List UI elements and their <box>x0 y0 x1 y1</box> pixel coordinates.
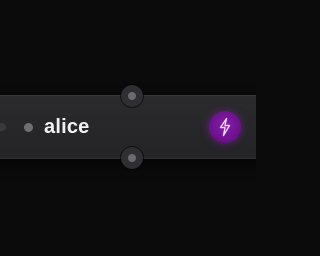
lightning-badge-button[interactable] <box>209 111 241 143</box>
workflow-canvas[interactable]: alice <box>0 0 256 256</box>
node-title: alice <box>44 116 90 138</box>
bottom-connection-port[interactable] <box>121 147 143 169</box>
top-connection-port[interactable] <box>121 85 143 107</box>
lightning-bolt-icon <box>219 117 231 137</box>
top-port-dot <box>128 92 136 100</box>
bottom-port-dot <box>128 154 136 162</box>
status-dot <box>24 123 33 132</box>
